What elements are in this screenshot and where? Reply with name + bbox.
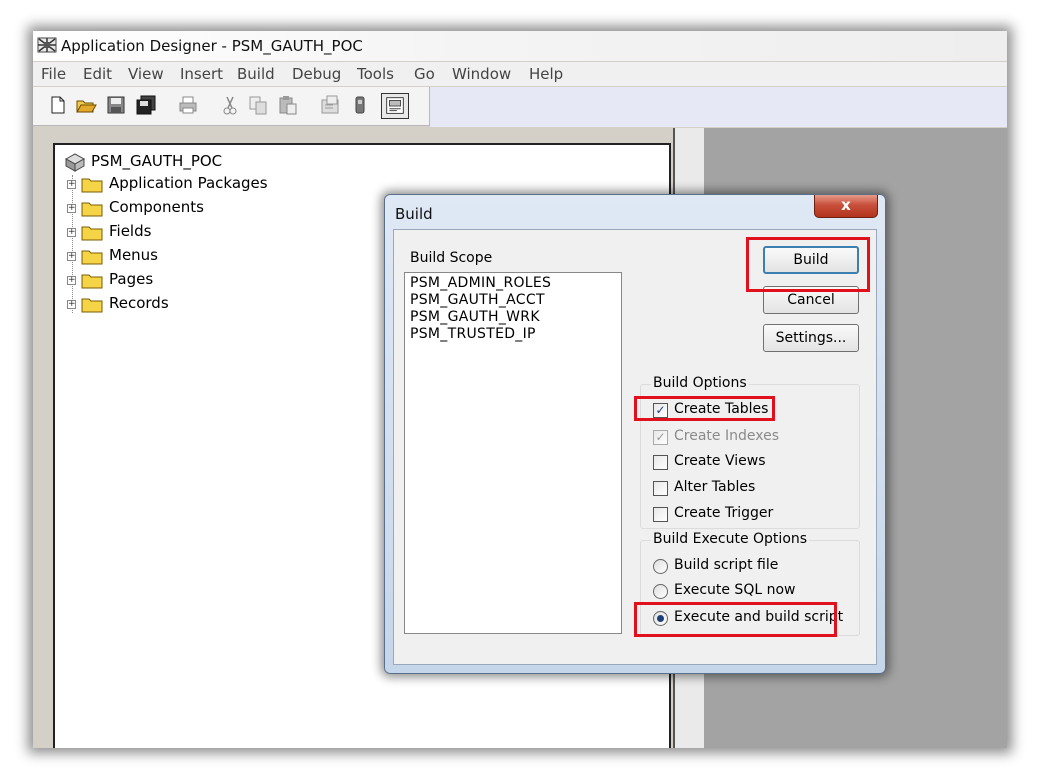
tree-item-label: Menus <box>109 246 158 264</box>
tree-root-label: PSM_GAUTH_POC <box>91 152 223 170</box>
tree-item-label: Records <box>109 294 169 312</box>
cut-icon[interactable] <box>219 94 241 116</box>
folder-icon <box>81 178 103 193</box>
menu-debug[interactable]: Debug <box>292 65 341 83</box>
expand-icon[interactable]: + <box>67 300 76 309</box>
close-icon: x <box>841 196 851 214</box>
menu-view[interactable]: View <box>128 65 164 83</box>
option-label: Create Indexes <box>674 428 779 444</box>
print-icon[interactable] <box>177 94 199 116</box>
expand-icon[interactable]: + <box>67 276 76 285</box>
folder-icon <box>81 226 103 241</box>
list-item[interactable]: PSM_GAUTH_ACCT <box>410 292 545 308</box>
app-designer-icon <box>37 37 57 53</box>
tree-item-label: Application Packages <box>109 174 268 192</box>
option-label: Create Trigger <box>674 505 774 521</box>
menu-window[interactable]: Window <box>452 65 511 83</box>
toolbar-background <box>430 87 1007 127</box>
expand-icon[interactable]: + <box>67 180 76 189</box>
dialog-client: Build Scope PSM_ADMIN_ROLES PSM_GAUTH_AC… <box>393 229 877 665</box>
tree-item-label: Fields <box>109 222 152 240</box>
copy-icon[interactable] <box>247 94 269 116</box>
save-icon[interactable] <box>105 94 127 116</box>
option-label: Create Views <box>674 453 766 469</box>
menu-file[interactable]: File <box>41 65 66 83</box>
radio-icon[interactable] <box>653 559 668 574</box>
title-bar: Application Designer - PSM_GAUTH_POC <box>33 31 1007 61</box>
menu-bar: File Edit View Insert Build Debug Tools … <box>33 62 1007 86</box>
save-all-icon[interactable] <box>135 94 157 116</box>
paste-icon[interactable] <box>277 94 299 116</box>
checkbox-icon[interactable] <box>653 507 668 522</box>
folder-icon <box>81 274 103 289</box>
highlight-build-button <box>746 237 870 292</box>
expand-icon[interactable]: + <box>67 228 76 237</box>
radio-icon[interactable] <box>653 584 668 599</box>
build-scope-list[interactable]: PSM_ADMIN_ROLES PSM_GAUTH_ACCT PSM_GAUTH… <box>404 272 622 634</box>
new-icon[interactable] <box>47 94 69 116</box>
close-button[interactable]: x <box>814 195 878 218</box>
tree-item-label: Pages <box>109 270 154 288</box>
menu-insert[interactable]: Insert <box>180 65 223 83</box>
tree-connector-line <box>72 175 73 313</box>
highlight-execute-and-build <box>634 602 837 637</box>
properties-icon[interactable] <box>319 94 341 116</box>
folder-icon <box>81 202 103 217</box>
tree-item-label: Components <box>109 198 204 216</box>
folder-icon <box>81 298 103 313</box>
list-item[interactable]: PSM_ADMIN_ROLES <box>410 275 551 291</box>
project-workspace-icon[interactable] <box>381 93 409 119</box>
option-label: Build script file <box>674 557 779 573</box>
menu-go[interactable]: Go <box>414 65 435 83</box>
list-item[interactable]: PSM_TRUSTED_IP <box>410 326 536 342</box>
open-icon[interactable] <box>75 94 97 116</box>
folder-icon <box>81 250 103 265</box>
menu-edit[interactable]: Edit <box>83 65 112 83</box>
toolbar <box>33 87 430 126</box>
menu-help[interactable]: Help <box>529 65 563 83</box>
window-title: Application Designer - PSM_GAUTH_POC <box>61 37 363 55</box>
dialog-title: Build <box>395 205 433 223</box>
menu-tools[interactable]: Tools <box>357 65 394 83</box>
list-item[interactable]: PSM_GAUTH_WRK <box>410 309 540 325</box>
highlight-create-tables <box>634 396 775 421</box>
option-label: Execute SQL now <box>674 582 796 598</box>
expand-icon[interactable]: + <box>67 204 76 213</box>
expand-icon[interactable]: + <box>67 252 76 261</box>
settings-button[interactable]: Settings... <box>763 324 859 352</box>
checkbox-checked-icon: ✓ <box>653 430 668 445</box>
build-scope-label: Build Scope <box>410 250 493 266</box>
project-icon <box>64 153 86 172</box>
checkbox-icon[interactable] <box>653 455 668 470</box>
menu-build[interactable]: Build <box>237 65 275 83</box>
execute-options-label: Build Execute Options <box>651 531 810 547</box>
option-label: Alter Tables <box>674 479 756 495</box>
build-options-label: Build Options <box>651 375 749 391</box>
upgrade-icon[interactable] <box>349 94 371 116</box>
checkbox-icon[interactable] <box>653 481 668 496</box>
